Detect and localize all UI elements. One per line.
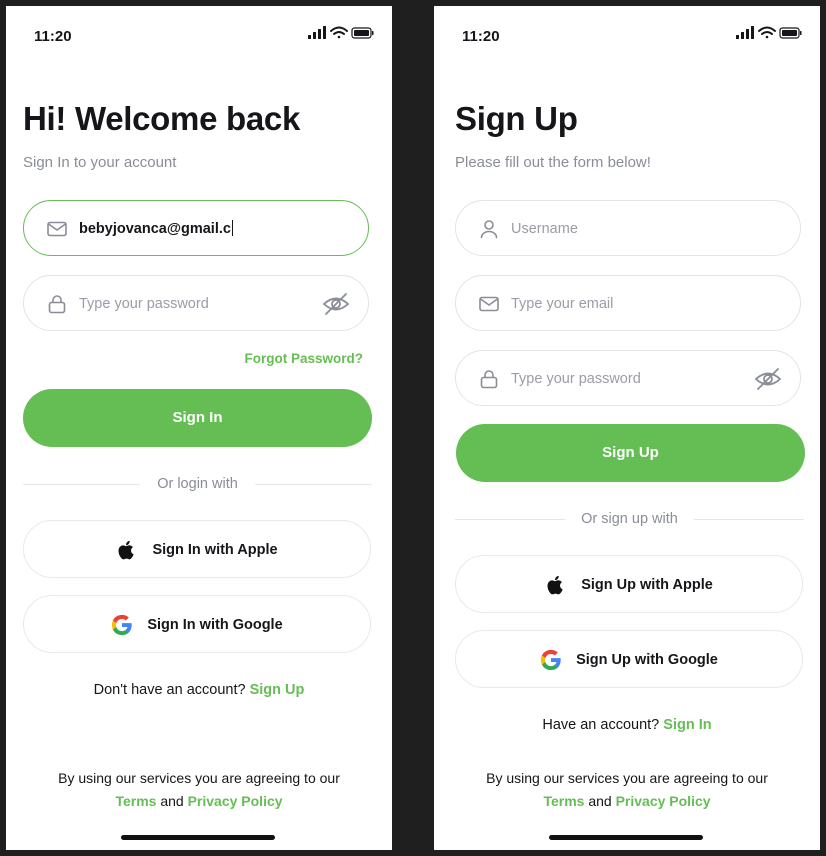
- google-icon: [112, 614, 133, 636]
- battery-icon: [779, 27, 802, 39]
- signup-prompt-text: Don't have an account?: [93, 682, 246, 698]
- email-field[interactable]: bebyjovanca@gmail.c: [23, 200, 369, 256]
- battery-icon: [351, 27, 374, 39]
- terms-text: By using our services you are agreeing t…: [58, 770, 340, 786]
- google-icon: [541, 649, 561, 671]
- sign-up-link[interactable]: Sign Up: [250, 682, 305, 698]
- mail-icon: [479, 296, 499, 312]
- signal-icon: [736, 26, 754, 39]
- signup-prompt: Don't have an account? Sign Up: [6, 682, 392, 698]
- privacy-policy-link[interactable]: Privacy Policy: [188, 793, 283, 809]
- login-divider: Or login with: [23, 474, 372, 494]
- lock-icon: [48, 295, 66, 314]
- apple-button-label: Sign In with Apple: [152, 542, 278, 558]
- terms-and: and: [588, 793, 612, 809]
- sign-in-button[interactable]: Sign In: [23, 389, 372, 447]
- apple-icon: [547, 575, 563, 595]
- apple-button-label: Sign Up with Apple: [581, 577, 713, 593]
- terms-and: and: [160, 793, 184, 809]
- user-icon: [480, 220, 498, 239]
- password-field[interactable]: Type your password: [23, 275, 369, 331]
- status-time: 11:20: [462, 28, 500, 45]
- terms-text: By using our services you are agreeing t…: [486, 770, 768, 786]
- signin-prompt-text: Have an account?: [542, 717, 660, 733]
- apple-sign-up-button[interactable]: Sign Up with Apple: [455, 555, 803, 613]
- mail-icon: [47, 221, 67, 237]
- home-indicator: [549, 835, 703, 840]
- lock-icon: [480, 370, 498, 389]
- apple-icon: [118, 540, 135, 560]
- username-placeholder: Username: [511, 221, 578, 237]
- signup-divider: Or sign up with: [455, 509, 804, 529]
- email-value: bebyjovanca@gmail.c: [79, 220, 233, 237]
- terms-notice: By using our services you are agreeing t…: [434, 767, 820, 813]
- signal-icon: [308, 26, 326, 39]
- google-button-label: Sign In with Google: [147, 617, 283, 633]
- terms-notice: By using our services you are agreeing t…: [6, 767, 392, 813]
- apple-sign-in-button[interactable]: Sign In with Apple: [23, 520, 371, 578]
- password-field[interactable]: Type your password: [455, 350, 801, 406]
- signup-screen: 11:20 Sign Up Please fill out the form b…: [434, 6, 820, 850]
- eye-off-icon[interactable]: [322, 292, 350, 316]
- signin-prompt: Have an account? Sign In: [434, 717, 820, 733]
- google-sign-in-button[interactable]: Sign In with Google: [23, 595, 371, 653]
- email-field[interactable]: Type your email: [455, 275, 801, 331]
- privacy-policy-link[interactable]: Privacy Policy: [616, 793, 711, 809]
- wifi-icon: [758, 26, 776, 39]
- page-title: Sign Up: [455, 100, 578, 137]
- divider-line: [255, 484, 372, 485]
- forgot-password-link[interactable]: Forgot Password?: [244, 351, 363, 366]
- password-placeholder: Type your password: [79, 296, 209, 312]
- signin-screen: 11:20 Hi! Welcome back Sign In to your a…: [6, 6, 392, 850]
- page-subtitle: Please fill out the form below!: [455, 154, 651, 171]
- email-placeholder: Type your email: [511, 296, 614, 312]
- eye-off-icon[interactable]: [754, 367, 782, 391]
- google-button-label: Sign Up with Google: [576, 652, 718, 668]
- sign-up-button[interactable]: Sign Up: [456, 424, 805, 482]
- status-icons: [736, 26, 802, 39]
- page-subtitle: Sign In to your account: [23, 154, 177, 171]
- status-icons: [308, 26, 374, 39]
- terms-link[interactable]: Terms: [543, 793, 584, 809]
- terms-link[interactable]: Terms: [115, 793, 156, 809]
- home-indicator: [121, 835, 275, 840]
- page-title: Hi! Welcome back: [23, 100, 301, 137]
- text-caret: [231, 220, 233, 236]
- status-time: 11:20: [34, 28, 72, 45]
- password-placeholder: Type your password: [511, 371, 641, 387]
- divider-line: [694, 519, 804, 520]
- wifi-icon: [330, 26, 348, 39]
- sign-in-link[interactable]: Sign In: [663, 717, 711, 733]
- google-sign-up-button[interactable]: Sign Up with Google: [455, 630, 803, 688]
- username-field[interactable]: Username: [455, 200, 801, 256]
